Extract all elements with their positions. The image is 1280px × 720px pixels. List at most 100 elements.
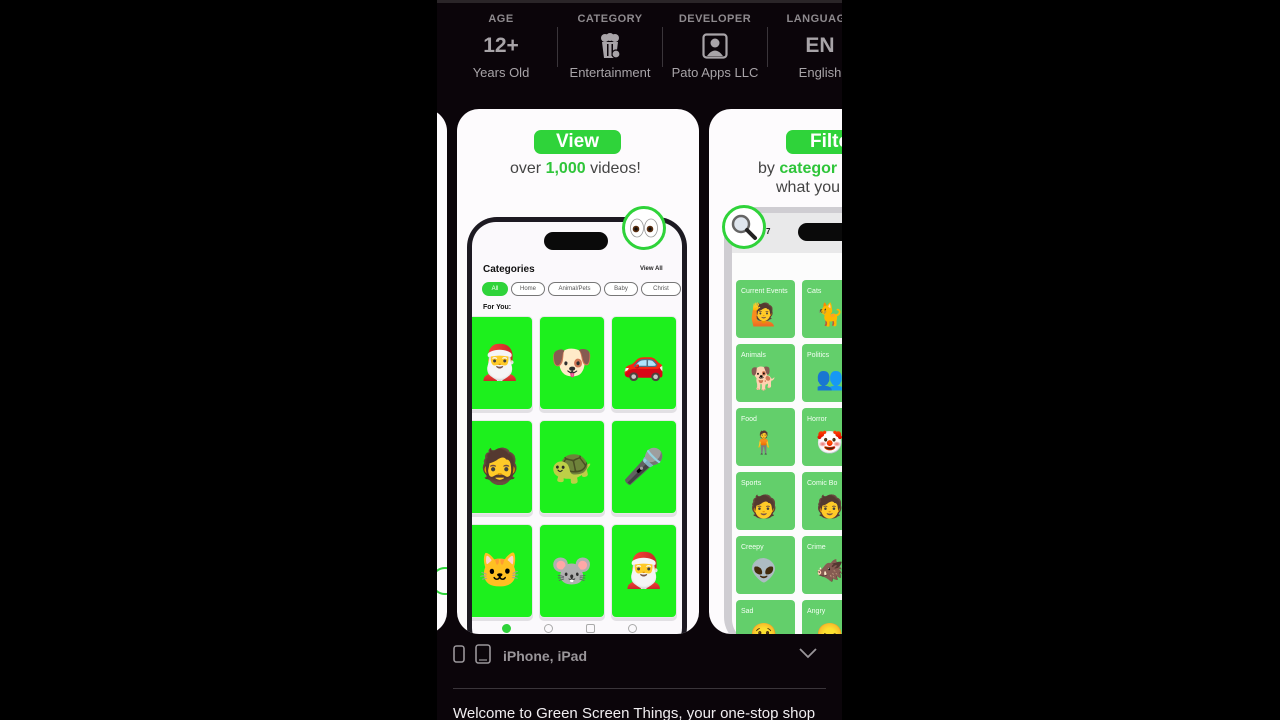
info-developer-sub: Pato Apps LLC xyxy=(671,65,759,80)
info-language[interactable]: LANGUAGE EN English xyxy=(768,0,842,100)
category-thumb: 😢 xyxy=(750,622,777,634)
category-thumb: 🧑 xyxy=(816,494,842,519)
category-thumb: 🤡 xyxy=(816,430,842,455)
tab-home-icon[interactable] xyxy=(502,624,511,633)
info-developer-label: DEVELOPER xyxy=(678,13,752,25)
category-thumb: 🧍 xyxy=(750,430,778,455)
info-language-label: LANGUAGE xyxy=(786,13,842,25)
status-time: 7 xyxy=(766,227,771,236)
screenshot-card-previous[interactable] xyxy=(437,109,447,634)
category-name: Horror xyxy=(807,416,827,423)
category-name: Animals xyxy=(741,352,766,359)
tab-search-icon[interactable] xyxy=(544,624,553,633)
category-tile[interactable]: Current Events 🙋 xyxy=(736,280,795,338)
category-thumb: 🧑 xyxy=(750,494,778,519)
video-tile[interactable]: 🎅 xyxy=(472,316,533,410)
info-age-sub: Years Old xyxy=(472,65,530,80)
video-tile[interactable]: 🐭 xyxy=(539,524,605,618)
video-tile[interactable]: 🧔 xyxy=(472,420,533,514)
filter-pill: Filte xyxy=(786,130,842,154)
category-name: Angry xyxy=(807,608,826,615)
view-pill: View xyxy=(534,130,621,154)
category-thumb: 🐗 xyxy=(816,558,842,583)
info-language-value: EN xyxy=(805,34,835,57)
screenshot-card-view[interactable]: View over 1,000 videos! Categories View … xyxy=(457,109,699,634)
iphone-icon xyxy=(453,644,465,668)
tagline-text: videos! xyxy=(585,160,641,177)
video-tile[interactable]: 🐱 xyxy=(472,524,533,618)
video-tile[interactable]: 🎤 xyxy=(611,420,677,514)
category-tile[interactable]: Food 🧍 xyxy=(736,408,795,466)
info-language-sub: English xyxy=(798,65,842,80)
video-tile[interactable]: 🚗 xyxy=(611,316,677,410)
magnifier-icon xyxy=(722,205,766,249)
dynamic-island xyxy=(798,223,842,241)
view-all-link[interactable]: View All xyxy=(640,266,663,272)
section-divider xyxy=(453,688,826,689)
info-category-sub: Entertainment xyxy=(569,65,651,80)
categories-title: Categories xyxy=(483,264,535,275)
video-tile[interactable]: 🎅 xyxy=(611,524,677,618)
category-thumb: 😠 xyxy=(816,622,842,634)
category-name: Crime xyxy=(807,544,826,551)
phone-frame: Categories View All All Home Animal/Pets… xyxy=(467,217,687,634)
category-name: Creepy xyxy=(741,544,764,551)
tagline-text: over xyxy=(510,160,546,177)
dynamic-island xyxy=(544,232,608,250)
category-tile[interactable]: Angry 😠 xyxy=(802,600,842,634)
category-name: Sports xyxy=(741,480,762,487)
category-tile[interactable]: Cats 🐈 xyxy=(802,280,842,338)
ipad-icon xyxy=(475,643,491,669)
phone-screen: Categories View All All Home Animal/Pets… xyxy=(472,222,682,634)
popcorn-icon xyxy=(599,33,621,64)
video-tile[interactable]: 🐶 xyxy=(539,316,605,410)
chip-christmas[interactable]: Christ xyxy=(641,282,681,296)
category-tile[interactable]: Horror 🤡 xyxy=(802,408,842,466)
chip-baby[interactable]: Baby xyxy=(604,282,638,296)
category-name: Comic Bo xyxy=(807,480,838,487)
for-you-label: For You: xyxy=(483,304,512,311)
devices-label: iPhone, iPad xyxy=(503,648,588,664)
screenshot-card-filter[interactable]: Filte by categor what you 7 Current Even… xyxy=(709,109,842,634)
video-tile[interactable]: 🐢 xyxy=(539,420,605,514)
app-description: Welcome to Green Screen Things, your one… xyxy=(453,705,816,720)
info-category[interactable]: CATEGORY Entertainment xyxy=(558,0,662,100)
tab-heart-icon[interactable] xyxy=(628,624,637,633)
chevron-down-icon[interactable] xyxy=(799,646,817,664)
category-tile[interactable]: Crime 🐗 xyxy=(802,536,842,594)
chip-home[interactable]: Home xyxy=(511,282,545,296)
chip-animal-pets[interactable]: Animal/Pets xyxy=(548,282,601,296)
compatible-devices[interactable]: iPhone, iPad xyxy=(453,643,588,669)
category-name: Food xyxy=(741,416,757,423)
category-thumb: 🙋 xyxy=(750,302,778,327)
category-name: Cats xyxy=(807,288,822,295)
chip-all[interactable]: All xyxy=(482,282,508,296)
category-name: Sad xyxy=(741,608,754,615)
category-tile[interactable]: Sad 😢 xyxy=(736,600,795,634)
tagline-text: by xyxy=(758,160,780,177)
person-icon xyxy=(702,33,728,64)
info-age-label: AGE xyxy=(488,13,514,25)
category-tile[interactable]: Sports 🧑 xyxy=(736,472,795,530)
info-category-label: CATEGORY xyxy=(577,13,643,25)
eyes-icon xyxy=(622,206,666,250)
category-tile[interactable]: Comic Bo 🧑 xyxy=(802,472,842,530)
category-tile[interactable]: Animals 🐕 xyxy=(736,344,795,402)
app-store-page: AGE 12+ Years Old CATEGORY Entertainment… xyxy=(437,0,842,720)
category-name: Politics xyxy=(807,352,830,359)
info-developer[interactable]: DEVELOPER Pato Apps LLC xyxy=(663,0,767,100)
category-tile[interactable]: Creepy 👽 xyxy=(736,536,795,594)
filter-tagline: by categor xyxy=(758,160,837,178)
tagline-highlight: 1,000 xyxy=(545,160,586,177)
info-age[interactable]: AGE 12+ Years Old xyxy=(437,0,565,100)
info-age-value: 12+ xyxy=(483,34,519,57)
filter-tagline-2: what you xyxy=(776,179,841,196)
tab-calendar-icon[interactable] xyxy=(586,624,595,633)
category-thumb: 🐈 xyxy=(816,302,842,327)
category-thumb: 🐕 xyxy=(750,366,778,391)
category-name: Current Events xyxy=(741,288,788,295)
view-tagline: over 1,000 videos! xyxy=(510,160,641,178)
category-tile[interactable]: Politics 👥 xyxy=(802,344,842,402)
category-thumb: 👽 xyxy=(750,558,778,583)
category-thumb: 👥 xyxy=(816,366,842,391)
